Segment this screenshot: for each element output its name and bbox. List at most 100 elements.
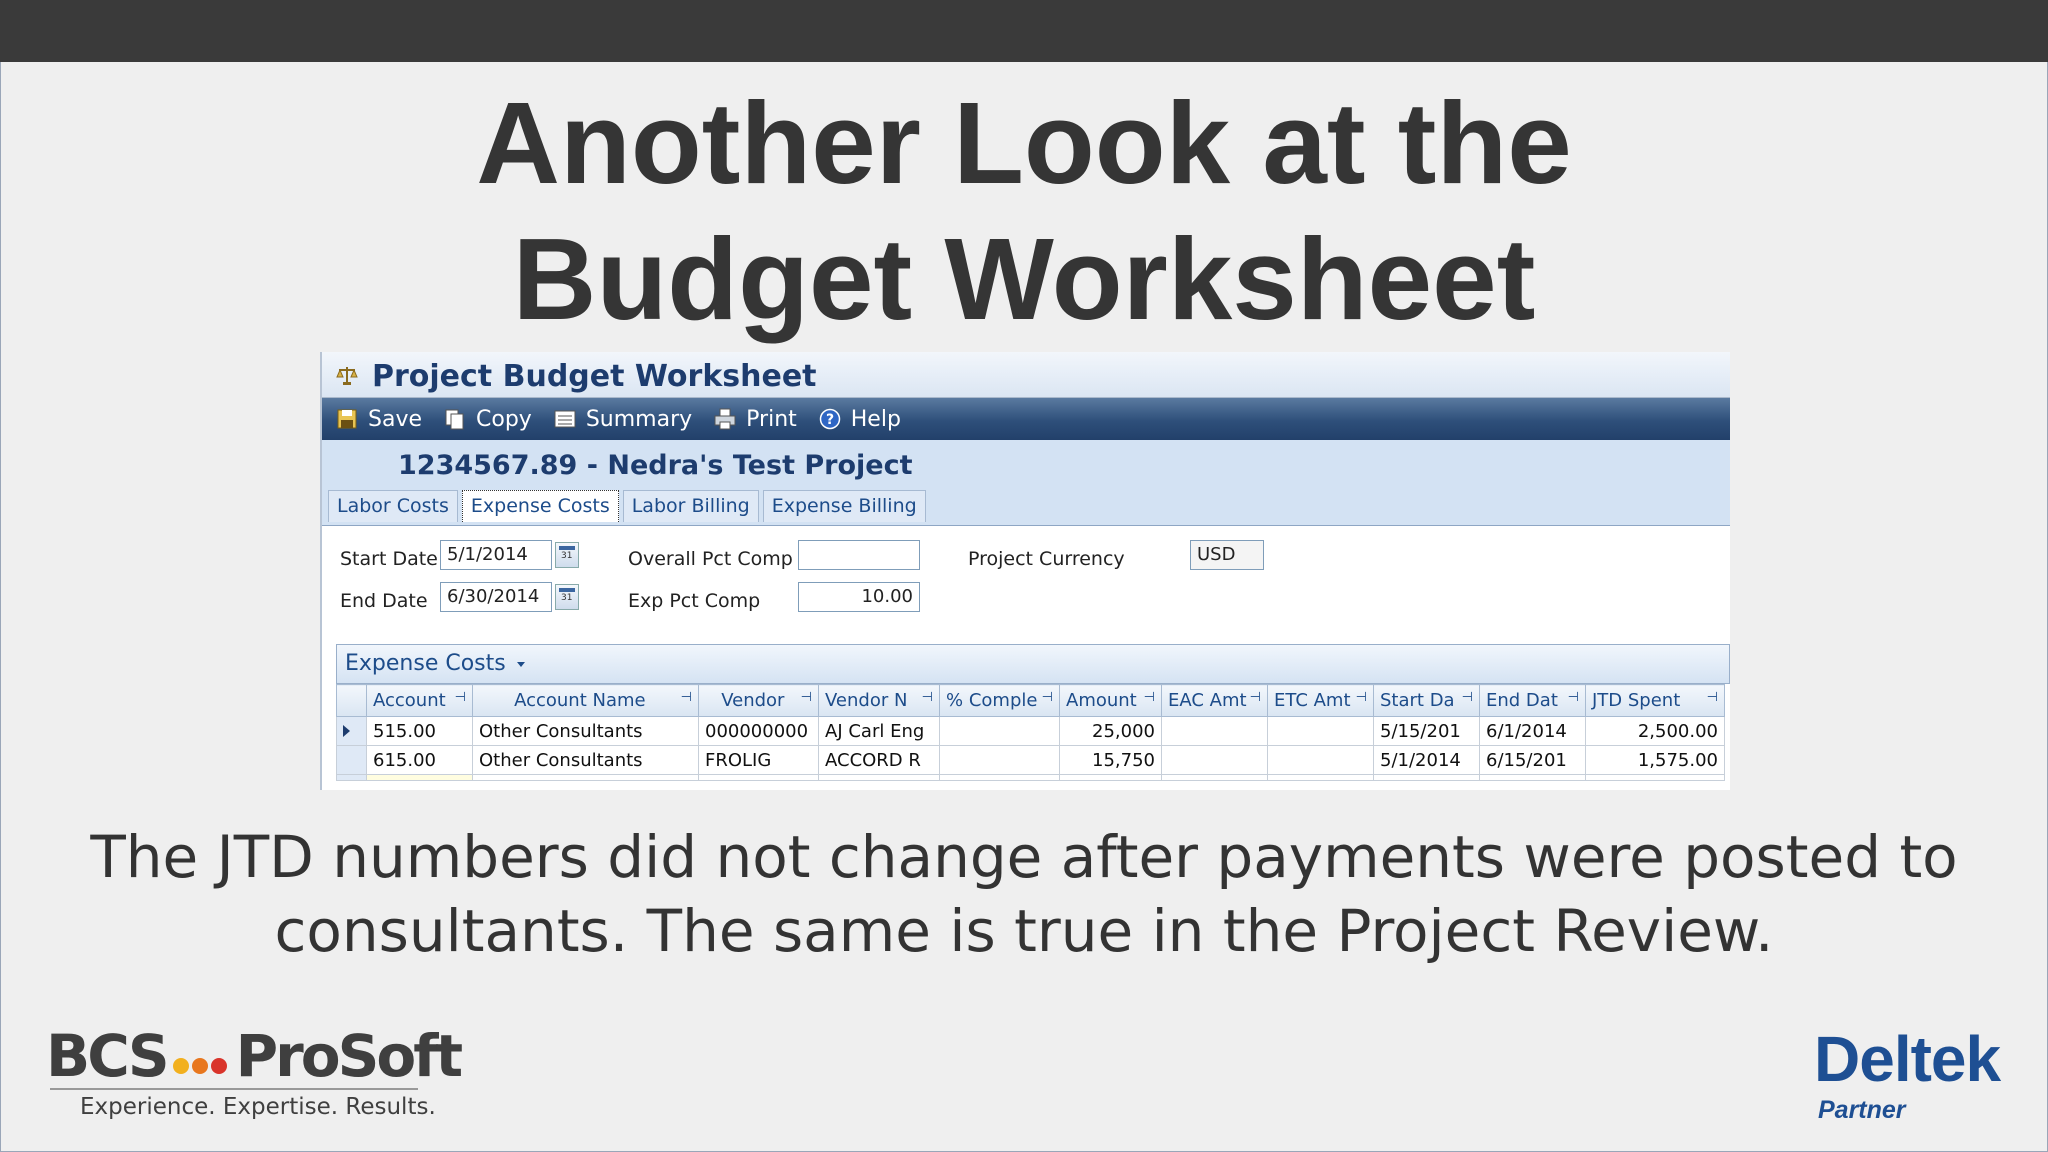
cell-account[interactable]: 515.00 [366, 716, 473, 746]
row-selector[interactable] [336, 774, 367, 781]
print-button[interactable]: Print [714, 407, 797, 432]
save-button[interactable]: Save [336, 407, 422, 432]
column-header-label: Account Name [514, 690, 646, 711]
bcs-wordmark-right: ProSoft [235, 1022, 464, 1090]
cell-empty[interactable] [1585, 774, 1725, 781]
cell-jtd-spent[interactable]: 2,500.00 [1585, 716, 1725, 746]
pin-icon[interactable]: ⊣ [681, 690, 692, 705]
project-title: 1234567.89 - Nedra's Test Project [398, 450, 913, 481]
cell-pct-complete[interactable] [939, 716, 1060, 746]
cell-start-date[interactable]: 5/15/201 [1373, 716, 1480, 746]
table-row-empty[interactable] [336, 774, 1725, 781]
cell-empty[interactable] [1059, 774, 1162, 781]
pin-icon[interactable]: ⊣ [1042, 690, 1053, 705]
help-label: Help [850, 406, 901, 432]
end-date-calendar-icon[interactable] [555, 584, 579, 610]
cell-empty[interactable] [1267, 774, 1374, 781]
overall-pct-field[interactable] [798, 540, 920, 570]
column-header-end-date[interactable]: End Dat ⊣ [1479, 684, 1586, 717]
bcs-prosoft-wordmark: BCS ProSoft [46, 1022, 464, 1090]
column-header-start-date[interactable]: Start Da ⊣ [1373, 684, 1480, 717]
cell-empty[interactable] [1373, 774, 1480, 781]
summary-button[interactable]: Summary [554, 407, 692, 432]
cell-empty[interactable] [1479, 774, 1586, 781]
pin-icon[interactable]: ⊣ [1250, 690, 1261, 705]
chevron-down-icon[interactable] [517, 662, 525, 667]
pin-icon[interactable]: ⊣ [1707, 690, 1718, 705]
cell-jtd-spent[interactable]: 1,575.00 [1585, 745, 1725, 775]
save-label: Save [368, 406, 423, 432]
slide-title-line-1: Another Look at the [476, 78, 1572, 208]
copy-button[interactable]: Copy [444, 407, 532, 432]
cell-amount[interactable]: 25,000 [1059, 716, 1162, 746]
column-header-vendor[interactable]: Vendor ⊣ [698, 684, 819, 717]
help-button[interactable]: ? Help [819, 407, 901, 432]
cell-vendor[interactable]: FROLIG [698, 745, 819, 775]
column-header-label: Vendor [721, 690, 785, 711]
column-header-account-name[interactable]: Account Name ⊣ [472, 684, 699, 717]
cell-empty[interactable] [698, 774, 819, 781]
caption-line-1: The JTD numbers did not change after pay… [90, 823, 1958, 891]
deltek-partner-label: Partner [1818, 1096, 1906, 1124]
current-row-arrow-icon [343, 724, 350, 737]
start-date-label: Start Date [340, 548, 438, 570]
cell-amount[interactable]: 15,750 [1059, 745, 1162, 775]
tab-expense-billing[interactable]: Expense Billing [762, 490, 926, 522]
cell-etc-amt[interactable] [1267, 745, 1374, 775]
column-header-vendor-name[interactable]: Vendor N ⊣ [818, 684, 940, 717]
end-date-field[interactable]: 6/30/2014 [440, 582, 552, 612]
cell-account-name[interactable]: Other Consultants [472, 745, 699, 775]
pin-icon[interactable]: ⊣ [1144, 690, 1155, 705]
pin-icon[interactable]: ⊣ [1568, 690, 1579, 705]
scales-icon [336, 367, 358, 385]
cell-vendor-name[interactable]: AJ Carl Eng [818, 716, 940, 746]
start-date-calendar-icon[interactable] [555, 542, 579, 568]
column-header-eac-amt[interactable]: EAC Amt ⊣ [1161, 684, 1268, 717]
table-row[interactable]: 515.00 Other Consultants 000000000 AJ Ca… [336, 716, 1725, 746]
column-header-account[interactable]: Account ⊣ [366, 684, 473, 717]
cell-eac-amt[interactable] [1161, 745, 1268, 775]
cell-empty[interactable] [366, 774, 473, 781]
pin-icon[interactable]: ⊣ [1356, 690, 1367, 705]
column-header-label: End Dat [1486, 690, 1558, 711]
cell-eac-amt[interactable] [1161, 716, 1268, 746]
tab-labor-billing[interactable]: Labor Billing [622, 490, 759, 522]
caption-line-2: consultants. The same is true in the Pro… [274, 897, 1774, 965]
cell-end-date[interactable]: 6/15/201 [1479, 745, 1586, 775]
tab-bar: Labor Costs Expense Costs Labor Billing … [328, 490, 930, 522]
tab-labor-costs[interactable]: Labor Costs [328, 490, 458, 522]
cell-empty[interactable] [472, 774, 699, 781]
cell-account-name[interactable]: Other Consultants [472, 716, 699, 746]
row-selector[interactable] [336, 745, 367, 775]
cell-account[interactable]: 615.00 [366, 745, 473, 775]
pin-icon[interactable]: ⊣ [1462, 690, 1473, 705]
cell-vendor[interactable]: 000000000 [698, 716, 819, 746]
row-selector-header [336, 684, 367, 717]
cell-end-date[interactable]: 6/1/2014 [1479, 716, 1586, 746]
slide-caption: The JTD numbers did not change after pay… [0, 820, 2048, 968]
cell-etc-amt[interactable] [1267, 716, 1374, 746]
column-header-etc-amt[interactable]: ETC Amt ⊣ [1267, 684, 1374, 717]
table-row[interactable]: 615.00 Other Consultants FROLIG ACCORD R… [336, 745, 1725, 775]
copy-label: Copy [476, 406, 532, 432]
cell-pct-complete[interactable] [939, 745, 1060, 775]
start-date-field[interactable]: 5/1/2014 [440, 540, 552, 570]
currency-field: USD [1190, 540, 1264, 570]
cell-empty[interactable] [1161, 774, 1268, 781]
pin-icon[interactable]: ⊣ [922, 690, 933, 705]
column-header-label: JTD Spent [1592, 690, 1681, 711]
column-header-label: Vendor N [825, 690, 908, 711]
column-header-jtd-spent[interactable]: JTD Spent ⊣ [1585, 684, 1725, 717]
tab-expense-costs[interactable]: Expense Costs [461, 490, 619, 522]
pin-icon[interactable]: ⊣ [801, 690, 812, 705]
cell-vendor-name[interactable]: ACCORD R [818, 745, 940, 775]
pin-icon[interactable]: ⊣ [455, 690, 466, 705]
cell-empty[interactable] [818, 774, 940, 781]
cell-empty[interactable] [939, 774, 1060, 781]
exp-pct-field[interactable]: 10.00 [798, 582, 920, 612]
window-titlebar: Project Budget Worksheet [322, 352, 1730, 398]
column-header-amount[interactable]: Amount ⊣ [1059, 684, 1162, 717]
row-selector[interactable] [336, 716, 367, 746]
column-header-pct-complete[interactable]: % Comple ⊣ [939, 684, 1060, 717]
cell-start-date[interactable]: 5/1/2014 [1373, 745, 1480, 775]
